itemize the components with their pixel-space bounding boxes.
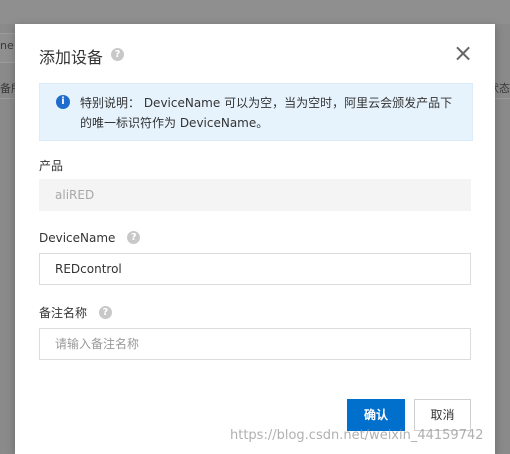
product-label: 产品 — [39, 159, 64, 173]
info-circle-icon: i — [56, 95, 70, 109]
watermark-text: https://blog.csdn.net/weixin_44159742 — [230, 428, 484, 443]
close-icon[interactable]: × — [451, 41, 475, 66]
cancel-button[interactable]: 取消 — [414, 399, 471, 431]
add-device-dialog: 添加设备 ? × i 特别说明： DeviceName 可以为空，当为空时，阿里… — [15, 24, 495, 454]
notice-banner: i 特别说明： DeviceName 可以为空，当为空时，阿里云会颁发产品下的唯… — [39, 83, 473, 141]
device-name-label-row: DeviceName ? — [39, 231, 141, 245]
question-circle-icon[interactable]: ? — [98, 306, 112, 319]
background-header — [0, 0, 510, 24]
remark-input[interactable]: 请输入备注名称 — [39, 328, 471, 360]
product-field: aliRED — [39, 179, 471, 211]
background-field-text: ne — [0, 39, 14, 52]
remark-label: 备注名称 — [39, 306, 88, 320]
device-name-label: DeviceName — [39, 231, 116, 245]
notice-text: 特别说明： DeviceName 可以为空，当为空时，阿里云会颁发产品下的唯一标… — [80, 96, 453, 130]
question-circle-icon[interactable]: ? — [127, 231, 141, 244]
question-circle-icon[interactable]: ? — [111, 48, 124, 61]
confirm-button[interactable]: 确认 — [347, 399, 405, 431]
device-name-input[interactable]: REDcontrol — [39, 253, 471, 285]
remark-label-row: 备注名称 ? — [39, 304, 112, 321]
dialog-title: 添加设备 — [39, 48, 104, 67]
